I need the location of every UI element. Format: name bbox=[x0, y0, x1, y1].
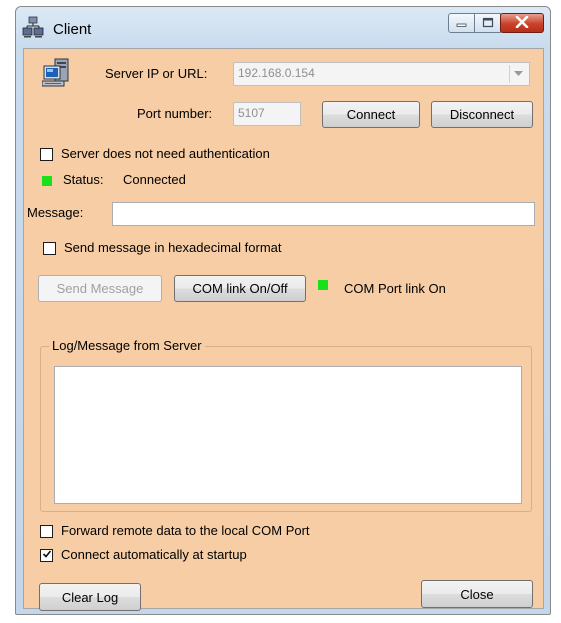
log-group-title: Log/Message from Server bbox=[49, 338, 205, 353]
server-ip-label: Server IP or URL: bbox=[105, 66, 208, 81]
auto-connect-checkbox[interactable] bbox=[40, 549, 53, 562]
window-title: Client bbox=[53, 21, 92, 38]
server-ip-combobox[interactable]: 192.168.0.154 bbox=[233, 62, 530, 86]
hex-format-checkbox[interactable] bbox=[43, 242, 56, 255]
network-computer-icon bbox=[22, 16, 44, 38]
log-textarea[interactable] bbox=[54, 366, 522, 504]
log-groupbox: Log/Message from Server bbox=[40, 338, 532, 512]
status-label: Status: bbox=[63, 172, 104, 187]
maximize-icon bbox=[482, 16, 494, 31]
minimize-button[interactable] bbox=[448, 13, 475, 33]
no-auth-label: Server does not need authentication bbox=[61, 146, 270, 161]
maximize-button[interactable] bbox=[474, 13, 501, 33]
status-led bbox=[42, 176, 52, 186]
no-auth-checkbox[interactable] bbox=[40, 148, 53, 161]
message-label: Message: bbox=[27, 205, 84, 220]
auto-connect-label: Connect automatically at startup bbox=[61, 547, 247, 562]
forward-com-checkbox[interactable] bbox=[40, 525, 53, 538]
port-number-label: Port number: bbox=[137, 106, 213, 121]
close-icon bbox=[515, 15, 529, 31]
port-number-field[interactable]: 5107 bbox=[233, 102, 301, 126]
clear-log-button[interactable]: Clear Log bbox=[39, 583, 141, 611]
server-ip-value: 192.168.0.154 bbox=[238, 66, 315, 80]
computer-terminal-icon bbox=[41, 57, 74, 89]
close-window-button[interactable] bbox=[500, 13, 544, 33]
com-link-led bbox=[318, 280, 328, 290]
com-link-status: COM Port link On bbox=[344, 281, 446, 296]
message-input[interactable] bbox=[112, 202, 535, 226]
connect-button[interactable]: Connect bbox=[322, 101, 420, 128]
forward-com-label: Forward remote data to the local COM Por… bbox=[61, 523, 310, 538]
minimize-icon bbox=[456, 16, 468, 31]
disconnect-button[interactable]: Disconnect bbox=[431, 101, 533, 128]
send-message-button[interactable]: Send Message bbox=[38, 275, 162, 302]
com-link-toggle-button[interactable]: COM link On/Off bbox=[174, 275, 306, 302]
client-area: Server IP or URL: 192.168.0.154 Port num… bbox=[23, 48, 544, 611]
hex-format-label: Send message in hexadecimal format bbox=[64, 240, 282, 255]
status-value: Connected bbox=[123, 172, 186, 187]
client-window: Client Server IP or URL: 192.168.0.154 P… bbox=[15, 6, 551, 615]
chevron-down-icon[interactable] bbox=[509, 65, 527, 83]
title-bar[interactable]: Client bbox=[16, 7, 550, 45]
checkmark-icon bbox=[42, 549, 52, 562]
close-button[interactable]: Close bbox=[421, 580, 533, 608]
